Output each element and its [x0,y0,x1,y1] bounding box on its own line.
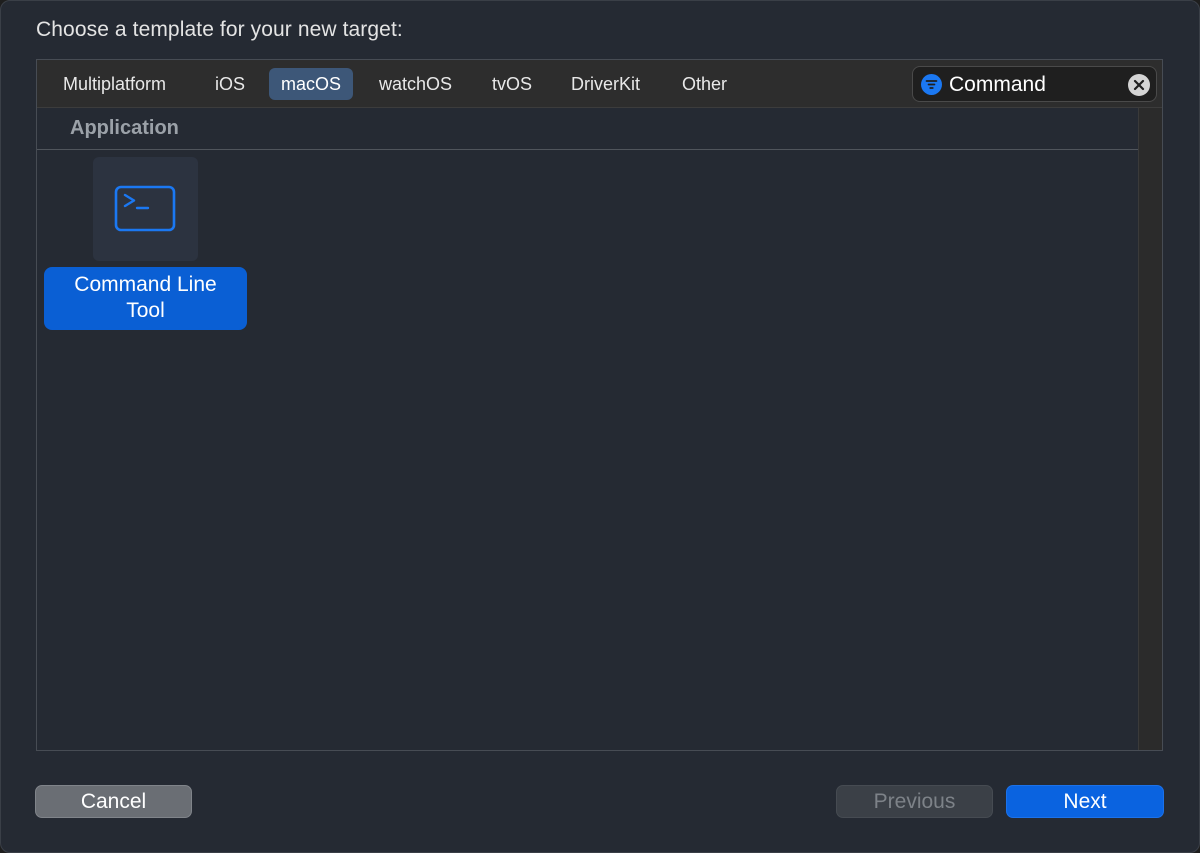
tab-ios[interactable]: iOS [203,68,257,100]
tab-tvos[interactable]: tvOS [480,68,544,100]
template-panel: Multiplatform iOS macOS watchOS tvOS Dri… [36,59,1163,751]
tab-multiplatform[interactable]: Multiplatform [51,68,178,100]
clear-icon[interactable] [1128,74,1150,96]
cancel-button[interactable]: Cancel [35,785,192,818]
next-button[interactable]: Next [1006,785,1164,818]
tab-other[interactable]: Other [670,68,739,100]
tab-watchos[interactable]: watchOS [367,68,464,100]
section-title: Application [70,117,179,139]
platform-tab-bar: Multiplatform iOS macOS watchOS tvOS Dri… [37,60,1162,108]
dialog-prompt: Choose a template for your new target: [36,18,403,41]
template-chooser-sheet: Choose a template for your new target: M… [0,0,1200,853]
tab-macos[interactable]: macOS [269,68,354,100]
filter-icon[interactable] [921,74,942,95]
section-header: Application [37,108,1138,150]
search-input[interactable] [949,71,1119,99]
template-label-line1: Command Line [74,273,217,296]
search-field[interactable] [912,66,1157,102]
template-command-line-tool[interactable]: Command Line Tool [44,157,247,331]
terminal-icon[interactable] [93,157,198,261]
tab-driverkit[interactable]: DriverKit [559,68,652,100]
vertical-scrollbar[interactable] [1138,108,1162,750]
template-label-line2: Tool [126,299,165,322]
previous-button[interactable]: Previous [836,785,993,818]
template-label[interactable]: Command Line Tool [44,267,247,330]
